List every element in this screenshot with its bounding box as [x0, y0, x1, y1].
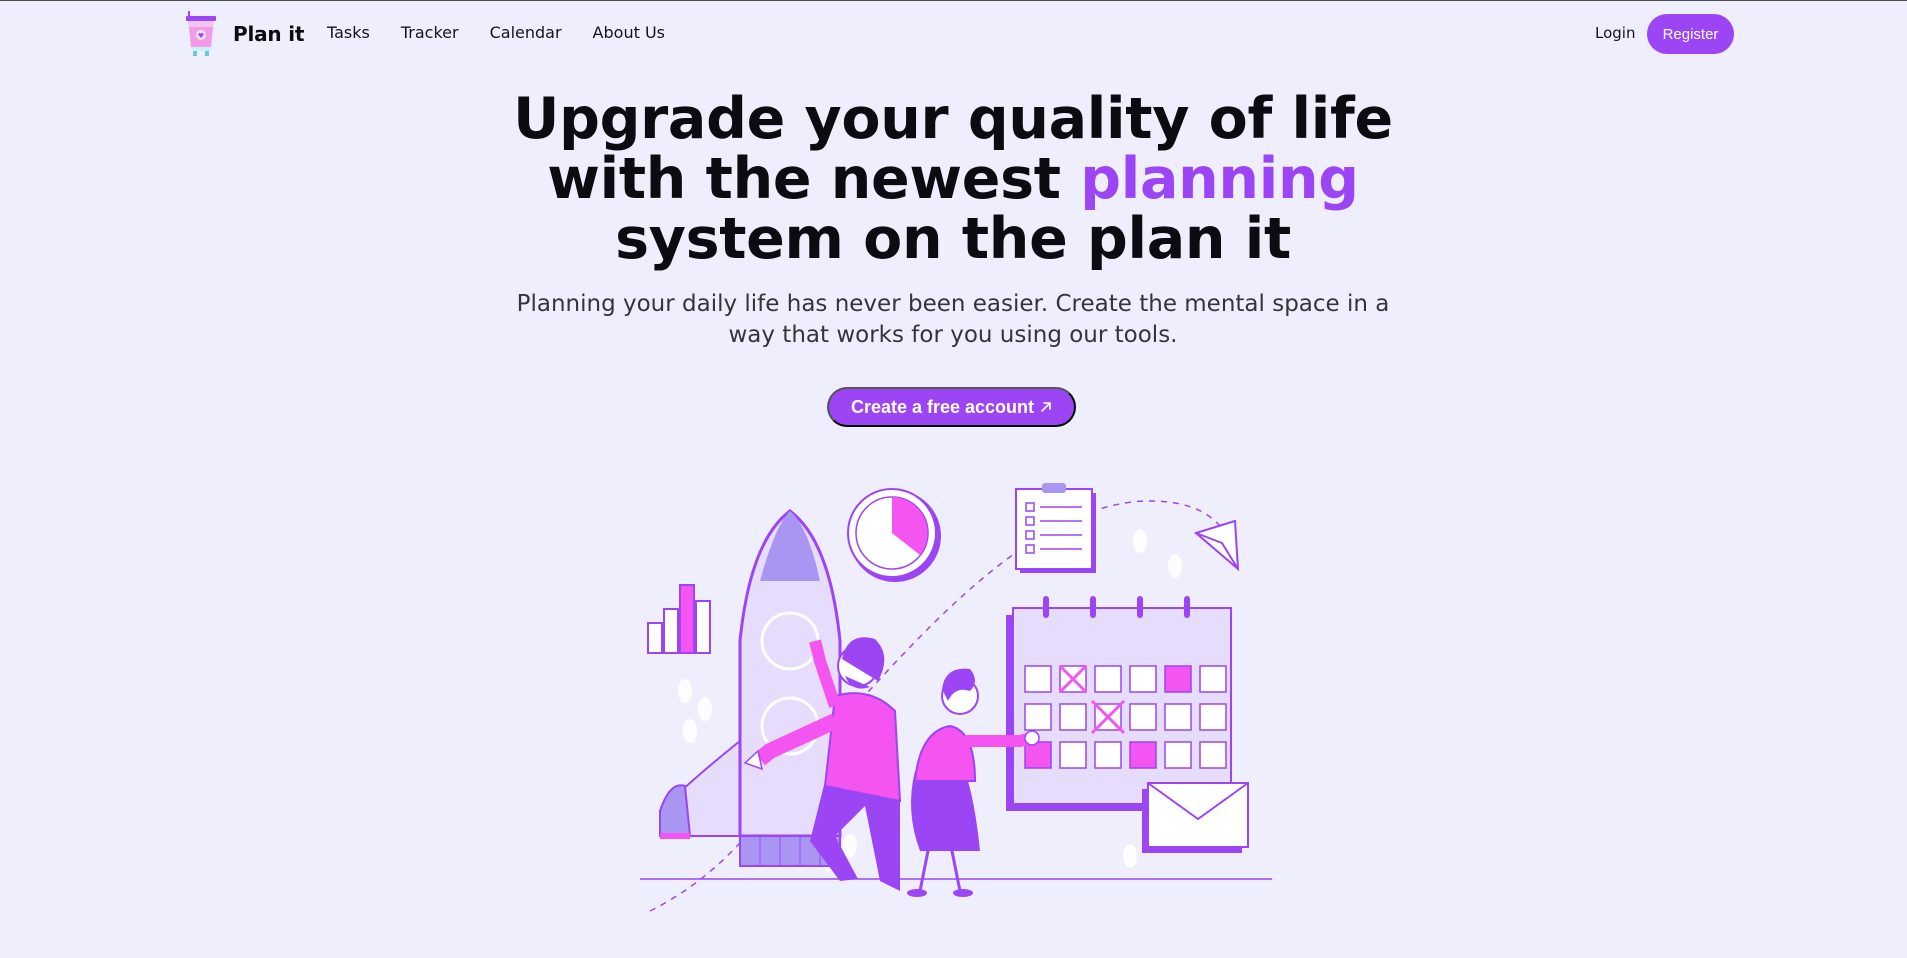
- clock-decoration: [847, 488, 941, 582]
- top-navigation: ♥ Plan it Tasks Tracker Calendar About U…: [0, 1, 1907, 67]
- nav-link-tracker[interactable]: Tracker: [401, 23, 459, 42]
- hero-illustration: [640, 483, 1272, 912]
- nav-link-about-us[interactable]: About Us: [593, 23, 665, 42]
- hero-title-line-1: Upgrade your quality of life: [513, 86, 1393, 152]
- nav-link-calendar[interactable]: Calendar: [490, 23, 562, 42]
- arrow-up-right-icon: [1041, 402, 1051, 412]
- create-account-label: Create a free account: [850, 396, 1035, 417]
- nav-link-tasks[interactable]: Tasks: [327, 23, 370, 42]
- register-button[interactable]: Register: [1647, 14, 1734, 54]
- svg-text:♥: ♥: [198, 32, 204, 40]
- hero-title-accent-word: planning: [1080, 146, 1359, 212]
- clipboard-decoration: [1015, 483, 1096, 573]
- main-menu: Tasks Tracker Calendar About Us: [327, 23, 696, 42]
- create-account-button[interactable]: Create a free account: [827, 387, 1076, 427]
- brand-name: Plan it: [233, 22, 305, 46]
- pink-cup-logo-icon: ♥: [186, 11, 216, 56]
- hero-subtitle: Planning your daily life has never been …: [516, 291, 1390, 348]
- calendar-decoration: [1006, 596, 1232, 811]
- hero-title-line-3: system on the plan it: [615, 206, 1291, 272]
- home-logo-link[interactable]: ♥ Plan it: [183, 11, 304, 57]
- hero-title-line-2: with the newest: [547, 146, 1081, 212]
- envelope-decoration: [1142, 782, 1249, 853]
- login-link[interactable]: Login: [1595, 24, 1635, 42]
- bar-chart-decoration: [647, 584, 711, 654]
- hero-title: Upgrade your quality of life with the ne…: [453, 89, 1453, 269]
- paper-plane-decoration: [1193, 519, 1240, 572]
